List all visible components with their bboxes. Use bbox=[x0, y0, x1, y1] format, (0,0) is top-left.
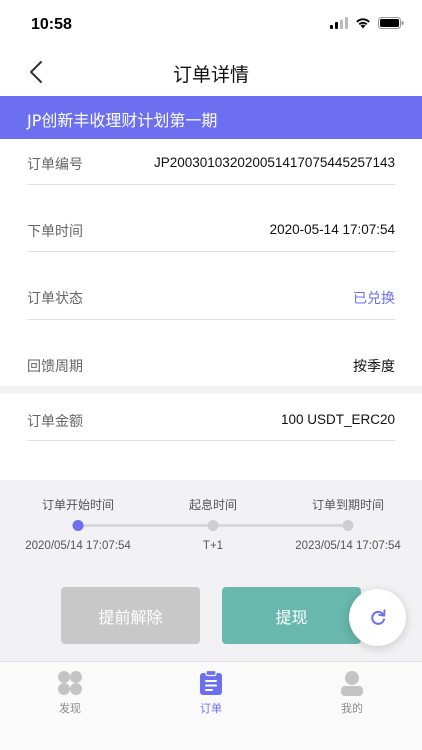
withdraw-button[interactable]: 提现 bbox=[222, 587, 361, 644]
tab-profile[interactable]: 我的 bbox=[282, 662, 422, 722]
timeline-start-date: 2020/05/14 17:07:54 bbox=[25, 540, 131, 552]
order-amount-label: 订单金额 bbox=[27, 414, 83, 430]
nav-bar: 订单详情 bbox=[0, 48, 422, 96]
feedback-cycle-label: 回馈周期 bbox=[27, 359, 83, 375]
plan-name: JP创新丰收理财计划第一期 bbox=[27, 111, 218, 130]
refresh-button[interactable] bbox=[349, 589, 406, 646]
timeline-start-label: 订单开始时间 bbox=[41, 498, 115, 512]
tab-profile-label: 我的 bbox=[341, 702, 363, 715]
order-details-section: 订单编号 JP200301032020051417075445257143 下单… bbox=[0, 139, 422, 386]
status-icons bbox=[330, 17, 404, 29]
wifi-icon bbox=[356, 18, 370, 29]
page-title: 订单详情 bbox=[172, 64, 249, 86]
order-number-label: 订单编号 bbox=[27, 157, 83, 173]
tab-discover[interactable]: 发现 bbox=[0, 662, 140, 722]
feedback-cycle-value: 按季度 bbox=[353, 359, 395, 375]
timeline-interest-label: 起息时间 bbox=[188, 498, 238, 512]
profile-icon bbox=[339, 670, 365, 696]
tab-bar: 发现 订单 我的 bbox=[0, 661, 422, 750]
status-time: 10:58 bbox=[31, 16, 72, 33]
order-amount-value: 100 USDT_ERC20 bbox=[280, 412, 395, 427]
tab-orders[interactable]: 订单 bbox=[141, 662, 281, 722]
order-status-value: 已兑换 bbox=[353, 291, 395, 307]
order-timeline: 订单开始时间 起息时间 订单到期时间 2020/05/14 17:07:54 T… bbox=[0, 480, 422, 570]
order-amount-row: 订单金额 100 USDT_ERC20 bbox=[27, 394, 395, 441]
tab-orders-label: 订单 bbox=[200, 702, 222, 715]
order-time-row: 下单时间 2020-05-14 17:07:54 bbox=[27, 185, 395, 252]
status-bar: 10:58 bbox=[0, 0, 422, 48]
order-number-row: 订单编号 JP200301032020051417075445257143 bbox=[27, 139, 395, 185]
order-amount-section: 订单金额 100 USDT_ERC20 bbox=[0, 394, 422, 480]
order-time-label: 下单时间 bbox=[27, 224, 83, 240]
tab-discover-label: 发现 bbox=[59, 702, 81, 715]
timeline-start-dot bbox=[72, 520, 84, 531]
feedback-cycle-row: 回馈周期 按季度 bbox=[27, 320, 395, 386]
order-status-row: 订单状态 已兑换 bbox=[27, 252, 395, 320]
order-status-label: 订单状态 bbox=[27, 291, 83, 307]
timeline-interest-date: T+1 bbox=[202, 540, 224, 552]
discover-icon bbox=[57, 670, 83, 696]
timeline-interest-dot bbox=[207, 520, 219, 531]
plan-banner: JP创新丰收理财计划第一期 bbox=[0, 96, 422, 139]
timeline-end-date: 2023/05/14 17:07:54 bbox=[295, 540, 401, 552]
refresh-icon bbox=[370, 609, 385, 625]
battery-icon bbox=[378, 17, 404, 29]
timeline-end-label: 订单到期时间 bbox=[311, 498, 385, 512]
signal-icon bbox=[330, 17, 348, 29]
order-time-value: 2020-05-14 17:07:54 bbox=[269, 222, 395, 237]
timeline-end-dot bbox=[342, 520, 354, 531]
order-icon bbox=[198, 670, 224, 696]
early-cancel-button[interactable]: 提前解除 bbox=[61, 587, 200, 644]
order-number-value: JP200301032020051417075445257143 bbox=[154, 155, 395, 170]
